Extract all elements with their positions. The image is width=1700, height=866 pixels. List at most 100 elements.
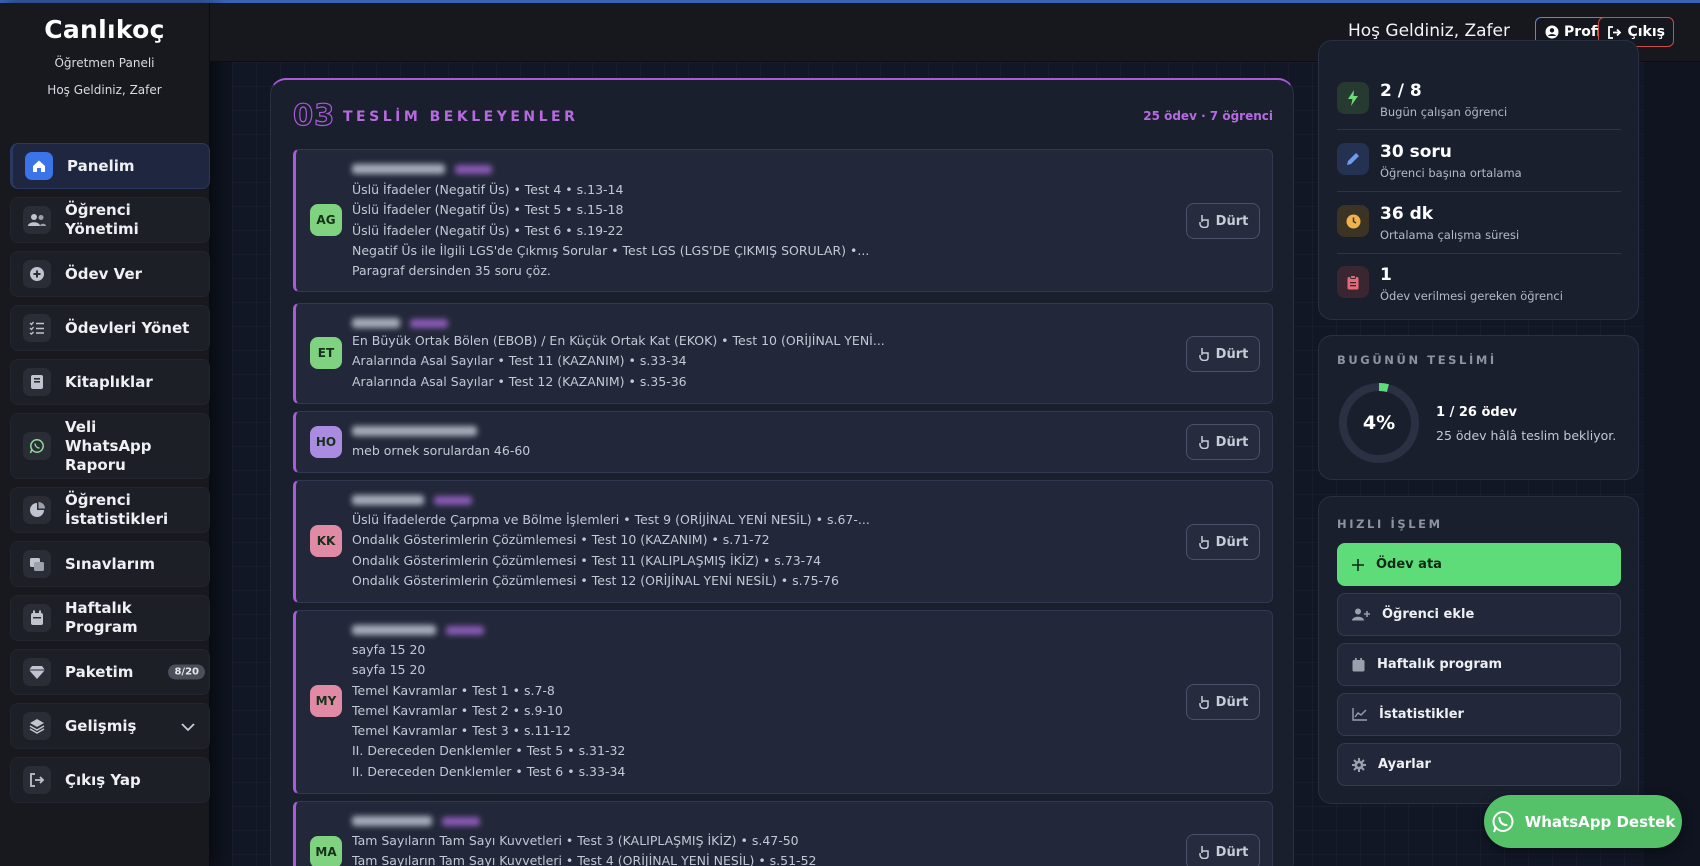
package-count-badge: 8/20 [168,664,205,680]
stat-label: Ödev verilmesi gereken öğrenci [1380,289,1563,303]
nudge-button[interactable]: Dürt [1186,524,1260,560]
stat-avg-questions: 30 soru Öğrenci başına ortalama [1337,134,1621,195]
nudge-button[interactable]: Dürt [1186,424,1260,460]
quick-actions-card: HIZLI İŞLEM Ödev ata Öğrenci ekle Haftal… [1318,496,1639,804]
sidebar-item-label: Öğrenci Yönetimi [65,201,139,238]
nudge-label: Dürt [1215,534,1249,550]
student-name-blurred [352,424,492,438]
home-icon [25,152,53,180]
assignment-line: Temel Kavramlar • Test 3 • s.11-12 [352,723,571,739]
weekly-program-button[interactable]: Haftalık program [1337,643,1621,686]
whatsapp-label: WhatsApp Destek [1524,812,1676,831]
sidebar-item-paketim[interactable]: Paketim 8/20 [10,649,210,695]
assignment-line: Aralarında Asal Sayılar • Test 12 (KAZAN… [352,373,687,389]
nudge-button[interactable]: Dürt [1186,203,1260,239]
sidebar-item-panelim[interactable]: Panelim [10,143,210,189]
section-title: TESLİM BEKLEYENLER [343,109,579,125]
assignment-list: En Büyük Ortak Bölen (EBOB) / En Küçük O… [352,331,885,392]
student-name-blurred [352,623,492,637]
assignment-line: meb ornek sorulardan 46-60 [352,443,531,458]
divider [1337,129,1621,130]
sidebar-item-kitapliklar[interactable]: Kitaplıklar [10,359,210,405]
assignment-line: Üslü İfadeler (Negatif Üs) • Test 6 • s.… [352,222,624,238]
avatar-initials: MY [315,694,337,708]
nudge-button[interactable]: Dürt [1186,834,1260,866]
quick-action-label: Ödev ata [1376,557,1442,572]
logout-icon [1608,25,1622,39]
sidebar-item-label: Çıkış Yap [65,770,141,789]
sidebar-item-haftalik-program[interactable]: Haftalık Program [10,595,210,641]
student-name-blurred [352,162,492,176]
assignment-line: Ondalık Gösterimlerin Çözümlemesi • Test… [352,532,770,548]
quick-action-label: Öğrenci ekle [1382,607,1475,622]
pencil-icon [1337,143,1369,175]
assignment-list: meb ornek sorulardan 46-60 [352,441,530,461]
panel-header: 03 TESLİM BEKLEYENLER 25 ödev · 7 öğrenc… [292,97,1273,132]
settings-button[interactable]: Ayarlar [1337,743,1621,786]
sidebar-item-veli-whatsapp[interactable]: Veli WhatsApp Raporu [10,413,210,479]
add-student-button[interactable]: Öğrenci ekle [1337,593,1621,636]
sidebar-item-sinavlarim[interactable]: Sınavlarım [10,541,210,587]
avatar-initials: MA [315,845,337,859]
sidebar-item-label: Ödevleri Yönet [65,318,190,337]
list-check-icon [23,314,51,342]
sidebar-item-label: Sınavlarım [65,554,155,573]
brand-title[interactable]: Canlıkoç [0,15,209,44]
sidebar-item-gelismis[interactable]: Gelişmiş [10,703,210,749]
nudge-button[interactable]: Dürt [1186,336,1260,372]
avatar: HO [310,426,342,458]
nudge-button[interactable]: Dürt [1186,684,1260,720]
avatar-initials: HO [315,435,337,449]
stat-value: 1 [1380,265,1392,285]
panel-subtitle: Öğretmen Paneli [54,56,155,70]
hand-pointer-icon [1198,348,1209,361]
sidebar: Canlıkoç Öğretmen Paneli Hoş Geldiniz, Z… [0,3,210,866]
student-name-blurred [352,316,492,330]
bolt-icon [1337,82,1369,114]
sidebar-item-cikis-yap[interactable]: Çıkış Yap [10,757,210,803]
assignment-line: Tam Sayıların Tam Sayı Kuvvetleri • Test… [352,833,799,848]
assignment-line: Temel Kavramlar • Test 2 • s.9-10 [352,702,563,718]
sidebar-item-ogrenci-istatistikleri[interactable]: Öğrenci İstatistikleri [10,487,210,533]
stat-label: Öğrenci başına ortalama [1380,166,1522,180]
hand-pointer-icon [1198,536,1209,549]
assign-homework-button[interactable]: Ödev ata [1337,543,1621,586]
assignment-line: Üslü İfadeler (Negatif Üs) • Test 5 • s.… [352,202,624,218]
stat-students-today: 2 / 8 Bugün çalışan öğrenci [1337,73,1621,134]
assignment-list: Üslü İfadeler (Negatif Üs) • Test 4 • s.… [352,180,869,281]
exam-icon [23,550,51,578]
pie-chart-icon [23,496,51,524]
gear-icon [1352,757,1366,772]
assignment-line: Üslü İfadelerde Çarpma ve Bölme İşlemler… [352,512,870,527]
clipboard-icon [1337,266,1369,298]
user-circle-icon [1545,25,1559,39]
sidebar-greeting: Hoş Geldiniz, Zafer [47,83,162,97]
avatar-initials: ET [317,346,335,360]
gem-icon [23,658,51,686]
student-card: MA Tam Sayıların Tam Sayı Kuvvetleri • T… [293,801,1273,866]
sidebar-item-odevleri-yonet[interactable]: Ödevleri Yönet [10,305,210,351]
brand: Canlıkoç Öğretmen Paneli Hoş Geldiniz, Z… [0,3,209,97]
sidebar-item-label: Paketim [65,662,134,681]
student-name-blurred [352,814,492,828]
assignment-line: II. Dereceden Denklemler • Test 5 • s.31… [352,743,626,759]
progress-percent: 4% [1362,412,1396,434]
hand-pointer-icon [1198,846,1209,859]
sidebar-item-label: Gelişmiş [65,716,137,735]
hand-pointer-icon [1198,436,1209,449]
stat-avg-time: 36 dk Ortalama çalışma süresi [1337,196,1621,257]
sidebar-item-ogrenci-yonetimi[interactable]: Öğrenci Yönetimi [10,197,210,243]
whatsapp-support-button[interactable]: WhatsApp Destek [1484,795,1682,848]
nudge-label: Dürt [1215,346,1249,362]
statistics-button[interactable]: İstatistikler [1337,693,1621,736]
quick-action-label: İstatistikler [1379,707,1464,722]
pending-count-text: 25 ödev hâlâ teslim bekliyor. [1436,428,1617,443]
line-chart-icon [1352,708,1367,721]
student-card: HO meb ornek sorulardan 46-60 Dürt [293,411,1273,473]
assignment-line: sayfa 15 20 [352,662,426,678]
nudge-label: Dürt [1215,434,1249,450]
today-title: BUGÜNÜN TESLİMİ [1337,353,1497,367]
avatar: KK [310,525,342,557]
whatsapp-icon [23,432,51,460]
sidebar-item-odev-ver[interactable]: Ödev Ver [10,251,210,297]
